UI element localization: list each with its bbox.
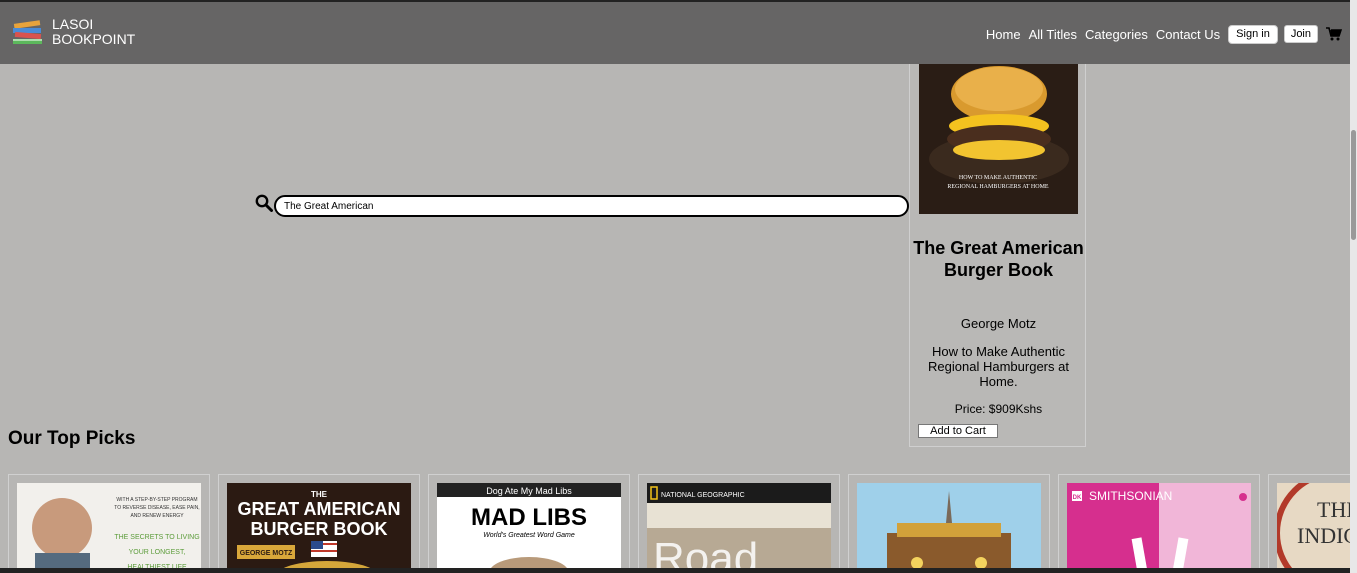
svg-text:HOW TO MAKE AUTHENTIC: HOW TO MAKE AUTHENTIC <box>959 175 1037 181</box>
top-pick-card[interactable]: THE INDIG <box>1268 474 1350 573</box>
nav-all-titles[interactable]: All Titles <box>1029 27 1077 42</box>
cover-text: YOUR LONGEST, <box>129 549 186 556</box>
book-title[interactable]: The Great American Burger Book <box>910 237 1087 281</box>
cover-text: SMITHSONIAN <box>1089 489 1172 503</box>
cover-text: TO REVERSE DISEASE, EASE PAIN, <box>114 505 199 511</box>
top-pick-card[interactable]: NATIONAL GEOGRAPHIC Road <box>638 474 840 573</box>
top-pick-card[interactable] <box>848 474 1050 573</box>
book-cover-image[interactable]: HOW TO MAKE AUTHENTIC REGIONAL HAMBURGER… <box>919 64 1078 214</box>
top-pick-cover[interactable]: DK SMITHSONIAN <box>1067 483 1251 573</box>
top-picks-heading: Our Top Picks <box>8 428 136 449</box>
nav-contact-us[interactable]: Contact Us <box>1156 27 1220 42</box>
top-pick-cover[interactable]: NATIONAL GEOGRAPHIC Road <box>647 483 831 573</box>
cover-text: MAD LIBS <box>471 504 587 531</box>
cart-icon[interactable] <box>1326 26 1342 42</box>
nav-home[interactable]: Home <box>986 27 1021 42</box>
top-pick-cover[interactable]: THE GREAT AMERICAN BURGER BOOK GEORGE MO… <box>227 483 411 573</box>
top-pick-card[interactable]: Dog Ate My Mad Libs MAD LIBS World's Gre… <box>428 474 630 573</box>
cover-text: World's Greatest Word Game <box>483 532 575 539</box>
cover-text: NATIONAL GEOGRAPHIC <box>661 492 745 499</box>
cover-text: GEORGE MOTZ <box>240 550 293 557</box>
top-pick-card[interactable]: DK SMITHSONIAN <box>1058 474 1260 573</box>
svg-text:REGIONAL HAMBURGERS AT HOME: REGIONAL HAMBURGERS AT HOME <box>947 184 1049 190</box>
top-navbar: LASOI BOOKPOINT Home All Titles Categori… <box>0 0 1350 64</box>
top-pick-cover[interactable]: THE INDIG <box>1277 483 1350 573</box>
books-logo-icon[interactable] <box>12 18 46 48</box>
book-description: How to Make Authentic Regional Hamburger… <box>928 344 1069 389</box>
window-bottom-edge <box>0 568 1350 573</box>
top-pick-cover[interactable]: Dog Ate My Mad Libs MAD LIBS World's Gre… <box>437 483 621 573</box>
page-scrollbar[interactable] <box>1350 0 1357 573</box>
top-pick-card[interactable]: THE GREAT AMERICAN BURGER BOOK GEORGE MO… <box>218 474 420 573</box>
cover-text: GREAT AMERICAN <box>238 499 401 519</box>
search-icon <box>255 194 273 212</box>
cover-text: Dog Ate My Mad Libs <box>486 486 572 496</box>
top-pick-card[interactable]: WITH A STEP-BY-STEP PROGRAM TO REVERSE D… <box>8 474 210 573</box>
nav-categories[interactable]: Categories <box>1085 27 1148 42</box>
cover-text: BURGER BOOK <box>250 519 387 539</box>
cover-text: AND RENEW ENERGY <box>130 513 184 519</box>
scrollbar-thumb[interactable] <box>1351 130 1356 240</box>
top-pick-cover[interactable] <box>857 483 1041 573</box>
search-input[interactable] <box>274 195 909 217</box>
book-price: Price: $909Kshs <box>954 402 1043 416</box>
join-button[interactable]: Join <box>1283 25 1318 43</box>
brand-line-2: BOOKPOINT <box>52 31 136 47</box>
top-pick-cover[interactable]: WITH A STEP-BY-STEP PROGRAM TO REVERSE D… <box>17 483 201 573</box>
main-nav: Home All Titles Categories Contact Us Si… <box>986 24 1350 44</box>
cover-text: THE <box>311 490 328 499</box>
cover-text: THE SECRETS TO LIVING <box>114 534 199 541</box>
cover-text: WITH A STEP-BY-STEP PROGRAM <box>116 497 197 503</box>
sign-in-button[interactable]: Sign in <box>1228 24 1278 44</box>
add-to-cart-button[interactable]: Add to Cart <box>918 424 998 438</box>
book-author: George Motz <box>960 316 1037 331</box>
brand-line-1: LASOI <box>52 16 94 32</box>
brand-name[interactable]: LASOI BOOKPOINT <box>52 17 135 47</box>
top-picks-carousel: WITH A STEP-BY-STEP PROGRAM TO REVERSE D… <box>8 474 1350 573</box>
cover-text: THE <box>1317 497 1350 522</box>
search-result-card: HOW TO MAKE AUTHENTIC REGIONAL HAMBURGER… <box>909 64 1086 447</box>
cover-text: INDIG <box>1297 523 1350 548</box>
cover-text: DK <box>1073 495 1082 501</box>
